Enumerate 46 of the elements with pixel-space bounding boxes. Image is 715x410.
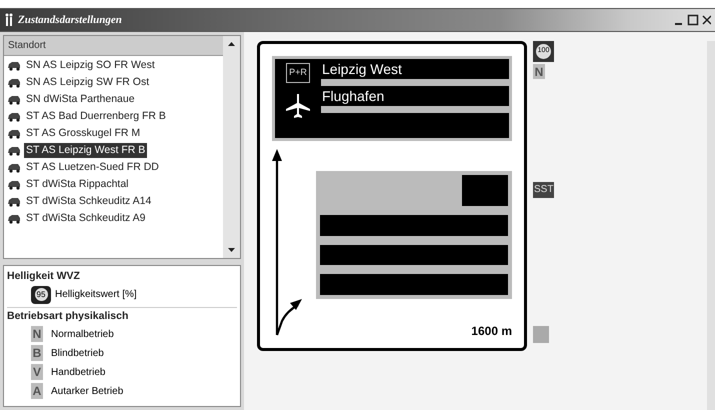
legend-label: Normalbetrieb — [51, 328, 114, 342]
list-item[interactable]: ST dWiSta Schkeuditz A14 — [24, 194, 154, 210]
list-item[interactable]: ST AS Bad Duerrenberg FR B — [24, 108, 168, 124]
scrollbar[interactable] — [223, 36, 240, 258]
list-item[interactable]: SN AS Leipzig SO FR West — [24, 58, 157, 74]
figures-icon — [4, 13, 14, 27]
car-icon — [7, 77, 21, 88]
status-tag: SST — [533, 182, 554, 198]
mode-symbol: N — [533, 64, 545, 79]
legend-label: Helligkeitswert [%] — [55, 288, 137, 302]
column-header[interactable]: Standort — [4, 36, 223, 56]
list-item[interactable]: ST AS Luetzen-Sued FR DD — [24, 160, 161, 176]
legend-heading: Betriebsart physikalisch — [7, 308, 130, 324]
legend-label: Blindbetrieb — [51, 346, 104, 360]
list-item[interactable]: SN AS Leipzig SW FR Ost — [24, 74, 152, 90]
car-icon — [7, 128, 21, 139]
bulb-symbol: 95 — [31, 286, 51, 304]
car-icon — [7, 60, 21, 71]
car-icon — [7, 213, 21, 224]
airplane-icon — [285, 92, 311, 118]
mode-symbol: N — [31, 326, 43, 342]
list-item[interactable]: ST AS Leipzig West FR B — [24, 142, 148, 158]
destination-text: Leipzig West — [321, 60, 403, 79]
distance-text: 1600 m — [471, 323, 512, 340]
legend-heading: Helligkeit WVZ — [7, 269, 81, 284]
list-item[interactable]: SN dWiSta Parthenaue — [24, 92, 137, 108]
legend-label: Handbetrieb — [51, 366, 106, 380]
car-icon — [7, 162, 21, 173]
car-icon — [7, 196, 21, 207]
mode-symbol: A — [31, 383, 43, 399]
list-item[interactable]: ST dWiSta Rippachtal — [24, 176, 131, 192]
car-icon — [7, 94, 21, 105]
destination-text: Flughafen — [321, 87, 386, 106]
mode-symbol: V — [31, 364, 43, 380]
legend-label: Autarker Betrieb — [51, 384, 124, 398]
list-item[interactable]: ST dWiSta Schkeuditz A9 — [24, 210, 148, 226]
mode-symbol: B — [31, 345, 43, 361]
car-icon — [7, 145, 21, 156]
list-item[interactable]: ST AS Grosskugel FR M — [24, 126, 142, 142]
close-icon[interactable] — [701, 14, 711, 26]
maximize-icon[interactable] — [687, 14, 699, 26]
park-and-ride-symbol: P+R — [286, 63, 310, 82]
car-icon — [7, 111, 21, 122]
status-square — [533, 326, 549, 343]
window-title: Zustandsdarstellungen — [18, 12, 122, 28]
car-icon — [7, 179, 21, 190]
